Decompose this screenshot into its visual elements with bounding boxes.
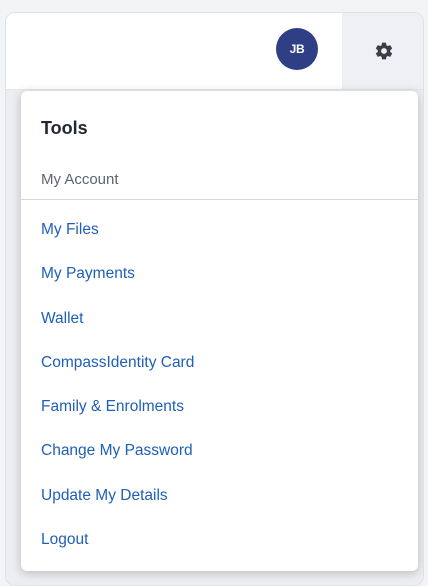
settings-button[interactable] bbox=[342, 13, 423, 89]
top-bar: JB bbox=[6, 13, 423, 90]
menu-item-compassidentity-card[interactable]: CompassIdentity Card bbox=[41, 352, 194, 396]
section-label-my-account: My Account bbox=[41, 171, 119, 188]
avatar-initials: JB bbox=[289, 42, 305, 56]
menu-item-family-enrolments[interactable]: Family & Enrolments bbox=[41, 396, 194, 440]
menu-item-my-payments[interactable]: My Payments bbox=[41, 263, 194, 307]
menu-item-update-details[interactable]: Update My Details bbox=[41, 485, 194, 529]
menu-item-my-files[interactable]: My Files bbox=[41, 219, 194, 263]
menu-title: Tools bbox=[41, 118, 88, 138]
app-window: JB Tools My Account My Files My Payments… bbox=[5, 12, 424, 586]
gear-icon bbox=[375, 42, 392, 60]
menu-item-list: My Files My Payments Wallet CompassIdent… bbox=[41, 219, 194, 573]
menu-item-change-password[interactable]: Change My Password bbox=[41, 440, 194, 484]
menu-item-wallet[interactable]: Wallet bbox=[41, 308, 194, 352]
tools-dropdown-menu: Tools My Account My Files My Payments Wa… bbox=[21, 91, 418, 571]
menu-item-logout[interactable]: Logout bbox=[41, 529, 194, 573]
user-avatar[interactable]: JB bbox=[276, 28, 318, 70]
menu-divider bbox=[21, 199, 418, 200]
